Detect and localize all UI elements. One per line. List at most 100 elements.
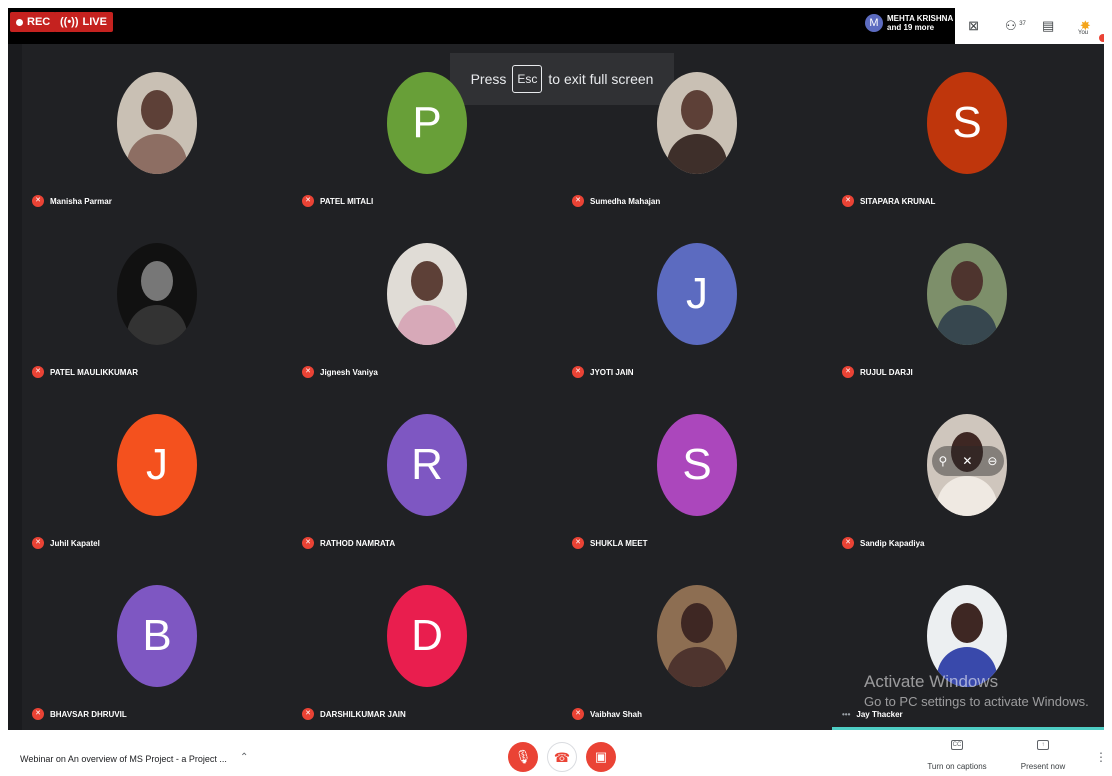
participant-name: Sandip Kapadiya [860,538,925,548]
left-edge-strip [8,44,22,730]
participant-tile[interactable]: S ✕ SHUKLA MEET [562,386,832,557]
participant-photo [117,243,197,345]
participant-tile[interactable]: ✕ RUJUL DARJI [832,215,1102,386]
participant-name: JYOTI JAIN [590,367,634,377]
participant-avatar: S [927,72,1007,174]
participant-photo [657,585,737,687]
top-right-toolbar: ⊠ ⚇ 37 ▤ ✸ You [955,8,1104,44]
mute-icon[interactable]: ✕ [962,454,972,468]
participant-photo [117,72,197,174]
meeting-title[interactable]: Webinar on An overview of MS Project - a… [20,754,227,764]
mic-off-icon: ✕ [572,195,584,207]
participant-photo [387,243,467,345]
participant-tile[interactable]: J ✕ Juhil Kapatel [22,386,292,557]
presenter-names: MEHTA KRISHNA and 19 more [887,14,953,32]
participant-tile[interactable]: P ✕ PATEL MITALI [292,44,562,215]
mic-toggle-button[interactable]: 🎙︎ [508,742,538,772]
chevron-up-icon[interactable]: ⌃ [240,752,248,763]
mic-off-icon: ✕ [302,708,314,720]
participant-name: BHAVSAR DHRUVIL [50,709,127,719]
pin-icon[interactable]: ⚲ [939,454,948,468]
participant-tile[interactable]: J ✕ JYOTI JAIN [562,215,832,386]
camera-toggle-button[interactable]: ▣ [586,742,616,772]
recording-label: REC [27,16,51,28]
participant-name: PATEL MAULIKKUMAR [50,367,138,377]
mic-off-icon: ✕ [572,537,584,549]
recording-badge: REC [10,12,57,32]
participant-name: PATEL MITALI [320,196,374,206]
meeting-grid: REC ((•)) LIVE M MEHTA KRISHNA and 19 mo… [8,8,1104,730]
mic-off-icon: ✕ [32,195,44,207]
remove-icon[interactable]: ⊖ [987,454,997,468]
presenter-more: and 19 more [887,23,935,32]
participant-name: Jay Thacker [856,709,903,719]
present-button[interactable]: ↑ Present now [1008,740,1078,774]
mic-off-icon: ✕ [302,537,314,549]
participant-tile[interactable]: ✕ PATEL MAULIKKUMAR [22,215,292,386]
participant-tile[interactable]: ⚲ ✕ ⊖ ✕ Sandip Kapadiya [832,386,1102,557]
mic-off-icon: ✕ [842,195,854,207]
participant-avatar: P [387,72,467,174]
notification-badge [1099,34,1104,42]
captions-label: Turn on captions [927,762,987,771]
participant-avatar: J [657,243,737,345]
leave-call-button[interactable]: ☎ [547,742,577,772]
participant-avatar: S [657,414,737,516]
participant-name: RUJUL DARJI [860,367,913,377]
participant-name: RATHOD NAMRATA [320,538,396,548]
participant-tile[interactable]: S ✕ SITAPARA KRUNAL [832,44,1102,215]
camera-off-icon: ▣ [594,749,608,764]
watermark-title: Activate Windows [864,672,999,691]
participant-tile[interactable]: ✕ Sumedha Mahajan [562,44,832,215]
participant-name: Sumedha Mahajan [590,196,661,206]
participant-tile[interactable]: B ✕ BHAVSAR DHRUVIL [22,557,292,728]
mic-off-icon: ✕ [32,537,44,549]
bottom-bar: Webinar on An overview of MS Project - a… [0,730,1112,776]
broadcast-icon: ((•)) [60,16,79,28]
tile-hover-controls: ⚲ ✕ ⊖ [932,446,1004,476]
mic-off-icon: ✕ [572,708,584,720]
mic-off-icon: ✕ [32,708,44,720]
live-label: LIVE [82,16,107,28]
mic-off-icon: ✕ [32,366,44,378]
participant-name: SITAPARA KRUNAL [860,196,936,206]
participant-tile[interactable]: ✕ Manisha Parmar [22,44,292,215]
mic-off-icon: ✕ [842,537,854,549]
participant-avatar: D [387,585,467,687]
participant-tile[interactable]: ✕ Vaibhav Shah [562,557,832,728]
participant-name: Manisha Parmar [50,196,112,206]
participant-name: Vaibhav Shah [590,709,643,719]
speaking-indicator: ••• [842,709,851,719]
mic-off-icon: ✕ [842,366,854,378]
presenter-avatar: M [865,14,883,32]
participant-tile[interactable]: ✕ Jignesh Vaniya [292,215,562,386]
activation-watermark: Activate Windows Go to PC settings to ac… [864,672,1089,709]
participant-name: Jignesh Vaniya [320,367,378,377]
captions-icon: CC [951,740,963,750]
participants-count: 37 [1019,21,1026,27]
chat-icon[interactable]: ▤ [1037,15,1059,37]
participant-name: Juhil Kapatel [50,538,100,548]
mic-off-icon: ✕ [302,195,314,207]
mic-off-icon: ✕ [302,366,314,378]
participant-name: DARSHILKUMAR JAIN [320,709,406,719]
live-badge: ((•)) LIVE [54,12,113,32]
layout-icon[interactable]: ⊠ [963,15,985,37]
participant-tile[interactable]: D ✕ DARSHILKUMAR JAIN [292,557,562,728]
participant-photo [927,243,1007,345]
you-label: You [1078,30,1089,36]
more-options-icon[interactable]: ⋮ [1095,750,1107,764]
meet-window: REC ((•)) LIVE M MEHTA KRISHNA and 19 mo… [0,0,1112,776]
mic-off-icon: ✕ [572,366,584,378]
presenter-chip[interactable]: M MEHTA KRISHNA and 19 more [865,8,955,38]
top-bar: REC ((•)) LIVE M MEHTA KRISHNA and 19 mo… [8,8,1104,44]
participant-avatar: J [117,414,197,516]
present-icon: ↑ [1037,740,1049,750]
hang-up-icon: ☎ [553,750,571,765]
people-icon[interactable]: ⚇ 37 [1000,15,1026,37]
watermark-subtitle: Go to PC settings to activate Windows. [864,694,1089,709]
captions-button[interactable]: CC Turn on captions [922,740,992,774]
present-label: Present now [1020,762,1066,771]
participant-tile[interactable]: R ✕ RATHOD NAMRATA [292,386,562,557]
mic-off-icon: 🎙︎ [514,749,532,764]
